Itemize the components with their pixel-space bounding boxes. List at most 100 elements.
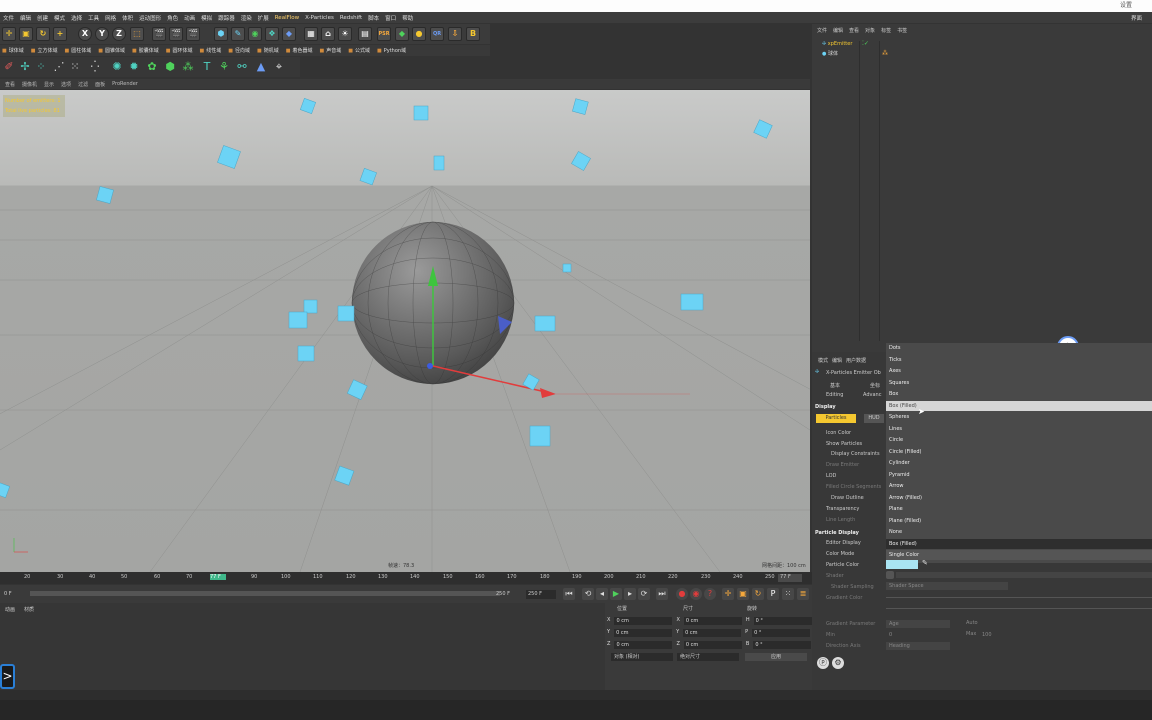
obj-menu-edit[interactable]: 编辑 — [833, 27, 843, 37]
render-picture-viewer-icon[interactable]: 🎬 — [169, 27, 183, 41]
size-y-field[interactable]: 0 cm — [683, 629, 742, 637]
preview-end-field[interactable]: 250 F — [496, 591, 510, 597]
move-tool-icon[interactable]: ✛ — [2, 27, 16, 41]
radial-field-button[interactable]: 径向域 — [228, 47, 250, 54]
dropdown-option[interactable]: Circle (Filled) — [889, 447, 921, 457]
physics-icon[interactable]: ✿ — [145, 60, 159, 74]
psr-icon[interactable]: PSR — [377, 27, 391, 41]
menu-mograph[interactable]: 运动图形 — [139, 14, 161, 22]
attr-tab-coord[interactable]: 坐标 — [870, 382, 880, 389]
record-icon[interactable]: ● — [676, 588, 688, 600]
obj-menu-file[interactable]: 文件 — [817, 27, 827, 37]
next-frame-icon[interactable]: ▸ — [624, 588, 636, 600]
cone-icon[interactable]: ▲ — [254, 60, 268, 74]
gradient-parameter-field[interactable]: Age — [886, 620, 950, 628]
sound-field-button[interactable]: 声音域 — [320, 47, 341, 54]
tab-animation[interactable]: 动画 — [5, 606, 15, 613]
capsule-field-button[interactable]: 胶囊体域 — [132, 47, 159, 54]
emitter-paint-icon[interactable]: ✢ — [18, 60, 32, 74]
max-field[interactable]: 100 — [982, 631, 1022, 639]
gradient-bar[interactable] — [886, 597, 1152, 598]
cloner-icon[interactable]: ❖ — [265, 27, 279, 41]
prev-frame-icon[interactable]: ◂ — [596, 588, 608, 600]
menu-simulate[interactable]: 模拟 — [201, 14, 212, 22]
diamond-icon[interactable]: ◆ — [395, 27, 409, 41]
x-axis-icon[interactable]: X — [78, 27, 92, 41]
y-axis-icon[interactable]: Y — [95, 27, 109, 41]
render-view-icon[interactable]: 🎬 — [152, 27, 166, 41]
shader-field-button[interactable]: 着色器域 — [286, 47, 312, 54]
object-row-xpemitter[interactable]: ✢ xpEmitter — [822, 40, 852, 49]
editor-display-field[interactable]: Box (Filled) — [886, 539, 1152, 549]
dropdown-option[interactable]: Arrow (Filled) — [889, 493, 922, 503]
dropdown-option[interactable]: None — [889, 527, 902, 537]
attr-tab-advanced[interactable]: Advanc — [863, 392, 881, 398]
z-axis-icon[interactable]: Z — [112, 27, 126, 41]
dropdown-option[interactable]: Ticks — [889, 355, 902, 365]
size-mode-select[interactable]: 绝对尺寸 — [677, 653, 739, 661]
coord-mode-select[interactable]: 对象 (相对) — [611, 653, 673, 661]
branch-icon[interactable]: ⚘ — [217, 60, 231, 74]
vp-menu-camera[interactable]: 摄像机 — [22, 81, 37, 88]
preset-icon[interactable]: ⓟ — [817, 657, 829, 669]
obj-menu-tags[interactable]: 标签 — [881, 27, 891, 37]
linear-field-button[interactable]: 线性域 — [200, 47, 221, 54]
menu-tracker[interactable]: 跟踪器 — [218, 14, 235, 22]
menu-character[interactable]: 角色 — [167, 14, 178, 22]
dropdown-option[interactable]: Arrow — [889, 481, 903, 491]
download-icon[interactable]: ⇩ — [448, 27, 462, 41]
3d-viewport[interactable]: 帧速：78.3 网格间距：100 cm — [0, 90, 810, 572]
qr-icon[interactable]: QR — [430, 27, 444, 41]
vp-menu-display[interactable]: 显示 — [44, 81, 54, 88]
timeline-ruler[interactable]: 20 30 40 50 60 70 77 F 90 100 110 120 13… — [0, 572, 812, 584]
autokey-icon[interactable]: ◉ — [690, 588, 702, 600]
camera-icon[interactable]: ⌂ — [321, 27, 335, 41]
light-icon[interactable]: ☀ — [338, 27, 352, 41]
go-start-icon[interactable]: ⏮ — [563, 588, 575, 600]
next-key-icon[interactable]: ⟳ — [638, 588, 650, 600]
dropdown-option[interactable]: Pyramid — [889, 470, 910, 480]
menu-render[interactable]: 渲染 — [241, 14, 252, 22]
preview-range-slider[interactable] — [30, 591, 500, 596]
dropdown-option[interactable]: Dots — [889, 343, 900, 353]
dots-cluster-icon[interactable]: ⁂ — [181, 60, 195, 74]
size-z-field[interactable]: 0 cm — [683, 641, 742, 649]
sparkle-icon[interactable]: ✹ — [127, 60, 141, 74]
pen-icon[interactable]: ✎ — [231, 27, 245, 41]
vp-menu-view[interactable]: 查看 — [5, 81, 15, 88]
tag-icon[interactable]: ⁂ — [882, 50, 888, 57]
dropdown-option-selected[interactable]: Box (Filled) — [886, 401, 1152, 411]
vp-menu-filter[interactable]: 过滤 — [78, 81, 88, 88]
position-x-field[interactable]: 0 cm — [614, 617, 673, 625]
attr-tab-basic[interactable]: 基本 — [830, 382, 840, 389]
subdivision-icon[interactable]: ◉ — [248, 27, 262, 41]
cache-icon[interactable]: ⚯ — [235, 60, 249, 74]
obj-menu-object[interactable]: 对象 — [865, 27, 875, 37]
plugin-b-icon[interactable]: B — [466, 27, 480, 41]
visibility-check-icon[interactable]: ⁚✓ — [862, 40, 869, 47]
attr-menu-mode[interactable]: 模式 — [818, 357, 828, 364]
eyedropper-icon[interactable]: ✎ — [922, 559, 928, 567]
python-field-button[interactable]: Python域 — [377, 47, 406, 54]
go-end-icon[interactable]: ⏭ — [656, 588, 668, 600]
menu-volume[interactable]: 体积 — [122, 14, 133, 22]
dropdown-option[interactable]: Spheres — [889, 412, 909, 422]
menu-extensions[interactable]: 扩展 — [258, 14, 269, 22]
min-field[interactable]: 0 — [886, 631, 950, 639]
menu-edit[interactable]: 编辑 — [20, 14, 31, 22]
terminal-prompt-icon[interactable]: > — [0, 664, 15, 689]
timeline-menu-icon[interactable]: ≣ — [797, 588, 809, 600]
scale-tool-icon[interactable]: ▣ — [19, 27, 33, 41]
dropdown-option[interactable]: Cylinder — [889, 458, 910, 468]
timeline-playhead[interactable]: 77 F — [210, 574, 226, 580]
pla-key-icon[interactable]: ⁙ — [782, 588, 794, 600]
rotation-p-field[interactable]: 0 ° — [752, 629, 811, 637]
gear-icon[interactable]: ✺ — [110, 60, 124, 74]
dropdown-option[interactable]: Circle — [889, 435, 903, 445]
cylinder-field-button[interactable]: 圆柱体域 — [65, 47, 91, 54]
dropdown-option[interactable]: Plane (Filled) — [889, 516, 921, 526]
hexagon-icon[interactable]: ⬢ — [163, 60, 177, 74]
settings-icon[interactable]: ⚙ — [832, 657, 844, 669]
direction-axis-field[interactable]: Heading — [886, 642, 950, 650]
crosshair-icon[interactable]: ⌖ — [272, 60, 286, 74]
